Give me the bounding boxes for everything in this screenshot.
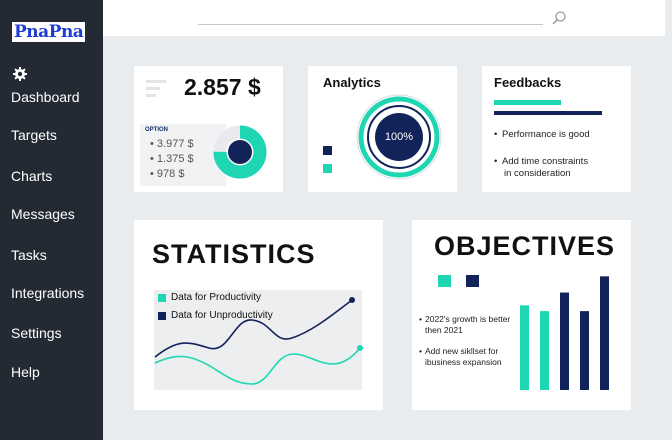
sidebar-item-settings[interactable]: Settings	[11, 325, 62, 341]
gear-icon	[13, 67, 27, 81]
search-icon[interactable]	[551, 10, 567, 26]
legend-square-navy	[466, 275, 479, 287]
analytics-percent: 100%	[384, 131, 414, 143]
option-item: • 978 $	[150, 168, 185, 180]
legend-square-navy	[323, 146, 332, 155]
search-input[interactable]	[198, 24, 543, 25]
sidebar: PnaPna Dashboard Targets Charts Messages…	[0, 0, 103, 440]
objective-bullet: 2022's growth is betterthen 2021	[419, 314, 510, 336]
series-line-productivity	[154, 347, 361, 385]
statistics-line-chart	[154, 297, 363, 385]
top-bar	[103, 0, 665, 36]
option-item: • 3.977 $	[150, 138, 194, 150]
objective-bullet: Add new sikllset foribusiness expansion	[419, 346, 502, 368]
feedback-bullet: Performance is good	[494, 129, 590, 141]
feedback-bullet: Add time constraints	[494, 156, 588, 168]
objective-bar	[520, 305, 529, 390]
option-label: OPTION	[145, 127, 169, 133]
statistics-card: STATISTICS Data for Productivity Data fo…	[134, 220, 383, 410]
series-line-unproductivity	[154, 299, 353, 358]
sidebar-item-dashboard[interactable]: Dashboard	[11, 89, 80, 105]
objectives-card: OBJECTIVES 2022's growth is betterthen 2…	[412, 220, 631, 410]
balance-amount: 2.857 $	[184, 74, 261, 100]
feedback-title: Feedbacks	[494, 75, 562, 90]
option-item: • 1.375 $	[150, 153, 194, 165]
balance-card: 2.857 $ OPTION • 3.977 $ • 1.375 $ • 978…	[134, 66, 283, 192]
sidebar-item-integrations[interactable]: Integrations	[11, 285, 84, 301]
feedback-bullet-continuation: in consideration	[504, 168, 571, 179]
sidebar-item-targets[interactable]: Targets	[11, 127, 57, 143]
objectives-bar-chart	[520, 276, 609, 390]
menu-icon	[146, 80, 166, 101]
legend-square-teal	[438, 275, 451, 287]
app-logo[interactable]: PnaPna	[12, 22, 86, 42]
analytics-card: Analytics 100%	[308, 66, 457, 192]
sidebar-item-help[interactable]: Help	[11, 364, 40, 380]
sidebar-item-charts[interactable]: Charts	[11, 168, 52, 184]
objective-bar	[540, 311, 549, 390]
legend-square-teal	[323, 164, 332, 173]
feedback-card: Feedbacks Performance is good Add time c…	[482, 66, 631, 192]
balance-donut-chart	[213, 125, 267, 179]
feedback-bar-teal	[494, 100, 561, 105]
analytics-title: Analytics	[323, 75, 381, 90]
objective-bar	[600, 276, 609, 390]
feedback-bar-navy	[494, 111, 602, 115]
sidebar-item-tasks[interactable]: Tasks	[11, 247, 47, 263]
objectives-title: OBJECTIVES	[434, 231, 616, 261]
series-end-point-productivity	[357, 345, 363, 351]
objective-bar	[560, 292, 569, 390]
series-end-point-unproductivity	[349, 297, 355, 303]
objective-bar	[580, 311, 589, 390]
sidebar-item-messages[interactable]: Messages	[11, 206, 75, 222]
